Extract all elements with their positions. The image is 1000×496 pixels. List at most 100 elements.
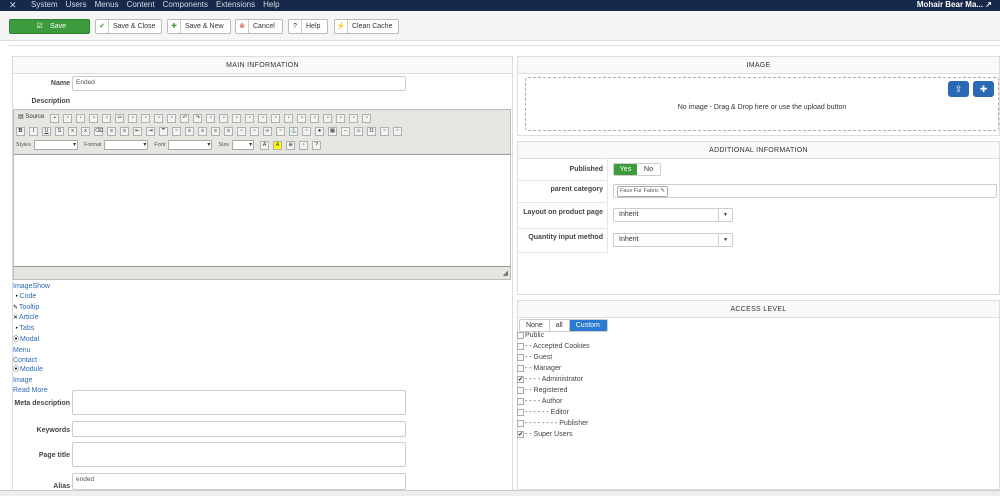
blockquote-icon[interactable]: ❞ [159,126,168,136]
paste-icon[interactable]: ▫ [141,113,151,123]
special-char-icon[interactable]: Ω [367,126,376,136]
checkbox[interactable] [517,365,524,372]
access-item[interactable]: Public [517,332,544,339]
styles-dropdown[interactable] [33,140,78,150]
bg-color-icon[interactable]: A [273,140,283,150]
italic-icon[interactable]: I [29,126,38,136]
unlink-icon[interactable]: ▫ [276,126,285,136]
clean-cache-button[interactable]: ⚡ Clean Cache [334,19,399,34]
alias-input[interactable]: ended [72,473,406,490]
subscript-icon[interactable]: x [68,126,77,136]
remove-format-icon[interactable]: ⌫ [94,126,103,136]
tooltip-link[interactable]: ✎Tooltip [13,303,50,314]
access-item[interactable]: ✔ - - - - Administrator [517,376,583,383]
checkbox[interactable] [517,409,524,416]
undo-icon[interactable]: ↶ [180,113,190,123]
rtl-icon[interactable]: ▫ [250,126,259,136]
menu-extensions[interactable]: Extensions [216,0,255,10]
quantity-input-select[interactable]: Inherit ▼ [613,233,733,247]
menu-components[interactable]: Components [163,0,208,10]
superscript-icon[interactable]: x [81,126,90,136]
text-color-icon[interactable]: A [260,140,270,150]
redo-icon[interactable]: ↷ [193,113,203,123]
format-dropdown[interactable] [104,140,149,150]
read-more-link[interactable]: Read More [13,386,50,396]
access-none-tab[interactable]: None [520,320,550,331]
pagebreak-icon[interactable]: ▫ [380,126,389,136]
cut-icon[interactable]: ✂ [115,113,125,123]
templates-icon[interactable]: ▫ [102,113,112,123]
contact-link[interactable]: Contact [13,356,50,366]
add-image-button[interactable]: ✚ [973,81,994,97]
print-icon[interactable]: ▫ [89,113,99,123]
radio-icon[interactable]: ▫ [284,113,294,123]
tabs-link[interactable]: ‣Tabs [13,324,50,335]
font-dropdown[interactable] [168,140,213,150]
access-item[interactable]: - - Registered [517,387,567,394]
table-icon[interactable]: ▦ [328,126,337,136]
replace-icon[interactable]: ▫ [219,113,229,123]
access-item[interactable]: - - Guest [517,354,552,361]
access-item[interactable]: - - - - - - Editor [517,409,569,416]
access-item[interactable]: - - - - - - - - Publisher [517,420,588,427]
editor-content-area[interactable] [14,154,510,267]
code-link[interactable]: ‣Code [13,292,50,303]
save-close-button[interactable]: ✔ Save & Close [95,19,162,34]
outdent-icon[interactable]: ⇤ [133,126,142,136]
iframe-icon[interactable]: ▫ [393,126,402,136]
div-icon[interactable]: ▫ [172,126,181,136]
textarea-icon[interactable]: ▫ [310,113,320,123]
bold-icon[interactable]: B [16,126,25,136]
maximize-icon[interactable]: ⊕ [286,140,296,150]
checkbox[interactable] [517,354,524,361]
bullet-list-icon[interactable]: ≡ [120,126,129,136]
image-button-icon[interactable]: ▫ [349,113,359,123]
access-all-tab[interactable]: all [549,320,570,331]
link-icon[interactable]: ∞ [263,126,272,136]
access-item[interactable]: ✔ - - Super Users [517,431,572,438]
parent-category-tag[interactable]: Faux Fur Fabric ✎ [617,186,668,197]
spellcheck-icon[interactable]: ▫ [245,113,255,123]
image-link[interactable]: Image [13,376,50,386]
underline-icon[interactable]: U [42,126,51,136]
published-no[interactable]: No [637,164,660,175]
numbered-list-icon[interactable]: ≡ [107,126,116,136]
bottom-scroll-strip[interactable] [0,490,1000,496]
find-icon[interactable]: ▫ [206,113,216,123]
modal-link[interactable]: ⦿Modal [13,335,50,346]
justify-icon[interactable]: ≡ [224,126,233,136]
save-new-button[interactable]: ✚ Save & New [167,19,231,34]
access-custom-tab[interactable]: Custom [569,320,607,331]
keywords-input[interactable] [72,421,406,437]
menu-link[interactable]: Menu [13,346,50,356]
align-left-icon[interactable]: ≡ [185,126,194,136]
ltr-icon[interactable]: ▫ [237,126,246,136]
image-icon[interactable]: ▫ [302,126,311,136]
checkbox[interactable] [517,343,524,350]
textfield-icon[interactable]: ▫ [297,113,307,123]
checkbox[interactable] [517,332,524,339]
cancel-button[interactable]: ⊗ Cancel [235,19,283,34]
anchor-icon[interactable]: ⚓ [289,126,298,136]
select-field-icon[interactable]: ▫ [323,113,333,123]
button-field-icon[interactable]: ▫ [336,113,346,123]
checkbox[interactable] [517,398,524,405]
checkbox[interactable] [517,420,524,427]
form-icon[interactable]: ▫ [258,113,268,123]
checkbox-checked[interactable]: ✔ [517,431,524,438]
strikethrough-icon[interactable]: S [55,126,64,136]
menu-users[interactable]: Users [66,0,87,10]
size-dropdown[interactable] [232,140,255,150]
align-center-icon[interactable]: ≡ [198,126,207,136]
image-dropzone[interactable]: No image - Drag & Drop here or use the u… [525,77,999,131]
smiley-icon[interactable]: ☺ [354,126,363,136]
meta-description-textarea[interactable] [72,390,406,415]
page-title-textarea[interactable] [72,442,406,467]
menu-help[interactable]: Help [263,0,279,10]
preview-icon[interactable]: ▫ [76,113,86,123]
access-item[interactable]: - - - - Author [517,398,562,405]
select-all-icon[interactable]: ▫ [232,113,242,123]
checkbox[interactable] [517,387,524,394]
hr-icon[interactable]: – [341,126,350,136]
published-yes[interactable]: Yes [614,164,637,175]
